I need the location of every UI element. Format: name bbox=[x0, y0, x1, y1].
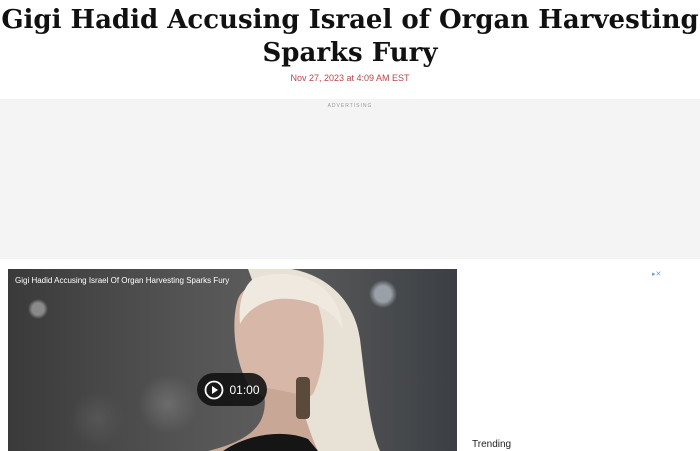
advertising-label: ADVERTISING bbox=[327, 103, 373, 109]
sidebar-advertisement[interactable]: ▸✕ bbox=[502, 264, 662, 404]
video-title: Gigi Hadid Accusing Israel Of Organ Harv… bbox=[15, 276, 230, 285]
trending-heading: Trending bbox=[472, 439, 512, 450]
ad-choices-icon[interactable]: ▸✕ bbox=[652, 270, 661, 278]
publish-date: Nov 27, 2023 at 4:09 AM EST bbox=[290, 73, 410, 83]
video-duration: 01:00 bbox=[229, 382, 260, 397]
video-thumbnail-figure bbox=[208, 269, 380, 451]
play-button[interactable]: 01:00 bbox=[197, 373, 267, 406]
video-thumbnail bbox=[8, 269, 457, 451]
advertisement-banner[interactable]: ADVERTISING bbox=[0, 99, 700, 259]
video-player[interactable]: Gigi Hadid Accusing Israel Of Organ Harv… bbox=[8, 269, 457, 451]
play-circle-icon bbox=[205, 380, 224, 399]
article-headline: Gigi Hadid Accusing Israel of Organ Harv… bbox=[1, 5, 699, 68]
